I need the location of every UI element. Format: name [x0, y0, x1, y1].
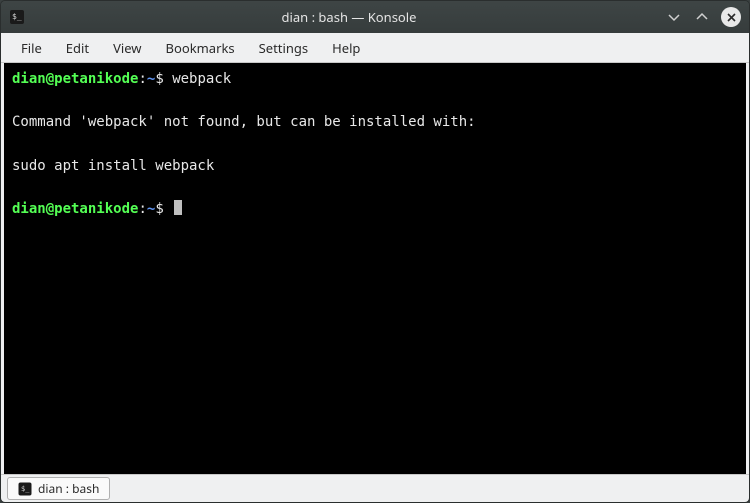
terminal-output-line: Command 'webpack' not found, but can be …: [12, 114, 476, 130]
maximize-icon[interactable]: [693, 8, 711, 26]
svg-text:$_: $_: [21, 485, 30, 493]
menubar: File Edit View Bookmarks Settings Help: [1, 33, 749, 63]
terminal-command: webpack: [172, 71, 231, 87]
prompt-userhost: dian@petanikode: [12, 201, 138, 217]
menu-bookmarks[interactable]: Bookmarks: [154, 35, 247, 61]
menu-help[interactable]: Help: [320, 35, 372, 61]
terminal-cursor: [174, 200, 182, 215]
tab-session[interactable]: $_ dian : bash: [7, 477, 110, 500]
prompt-separator: :: [138, 201, 146, 217]
terminal-tab-icon: $_: [18, 482, 32, 496]
prompt-separator: :: [138, 71, 146, 87]
window-titlebar: $_ dian : bash — Konsole: [1, 1, 749, 33]
tabbar: $_ dian : bash: [1, 474, 749, 502]
terminal-viewport[interactable]: dian@petanikode:~$ webpack Command 'webp…: [1, 63, 749, 474]
konsole-app-icon: $_: [9, 9, 25, 25]
menu-edit[interactable]: Edit: [54, 35, 101, 61]
prompt-symbol: $: [155, 201, 163, 217]
window-title: dian : bash — Konsole: [33, 8, 665, 26]
prompt-userhost: dian@petanikode: [12, 71, 138, 87]
close-icon[interactable]: [721, 7, 741, 27]
tab-label: dian : bash: [38, 480, 99, 497]
minimize-icon[interactable]: [665, 8, 683, 26]
terminal-output-line: sudo apt install webpack: [12, 158, 214, 174]
menu-settings[interactable]: Settings: [247, 35, 320, 61]
prompt-symbol: $: [155, 71, 163, 87]
window-controls: [665, 7, 741, 27]
menu-file[interactable]: File: [9, 35, 54, 61]
menu-view[interactable]: View: [101, 35, 153, 61]
svg-text:$_: $_: [12, 12, 22, 21]
